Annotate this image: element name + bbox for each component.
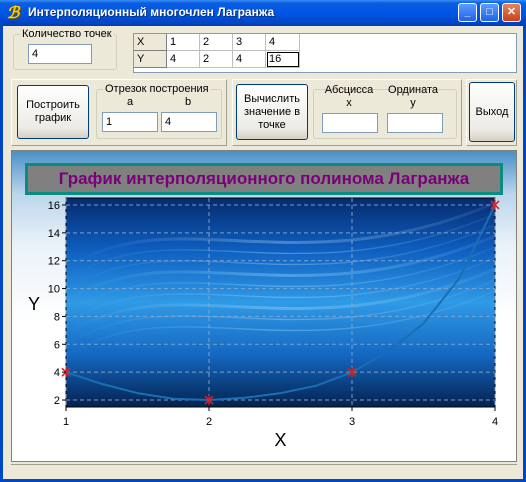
exit-button[interactable]: Выход xyxy=(469,82,515,142)
table-cell[interactable]: 3 xyxy=(233,34,266,51)
maximize-icon: □ xyxy=(486,6,493,18)
app-icon[interactable]: ℬ xyxy=(4,4,22,22)
table-cell[interactable]: 2 xyxy=(200,51,233,68)
segment-b-label: b xyxy=(184,96,192,108)
calculate-button[interactable]: Вычислить значение в точке xyxy=(236,84,308,140)
table-cell[interactable]: 1 xyxy=(167,34,200,51)
maximize-button[interactable]: □ xyxy=(480,3,499,22)
title-bar[interactable]: ℬ Интерполяционный многочлен Лагранжа _ … xyxy=(0,0,526,26)
segment-a-label: a xyxy=(126,96,134,108)
ordinate-label: Ордината xyxy=(388,84,438,96)
window-title: Интерполяционный многочлен Лагранжа xyxy=(28,5,275,19)
table-cell[interactable]: 4 xyxy=(167,51,200,68)
points-count-input[interactable]: 4 xyxy=(28,44,92,64)
window-frame-left xyxy=(0,26,3,482)
table-row-header-x: X xyxy=(134,34,167,51)
table-cell[interactable]: 2 xyxy=(200,34,233,51)
table-cell[interactable]: 4 xyxy=(233,51,266,68)
calculate-label-3: точке xyxy=(258,118,286,131)
exit-label: Выход xyxy=(475,105,509,118)
table-cell-active[interactable]: 16 xyxy=(266,51,300,68)
abscissa-sublabel: x xyxy=(346,97,352,109)
build-graph-label-1: Построить xyxy=(26,99,80,111)
ordinate-sublabel: y xyxy=(410,97,416,109)
chart-title: График интерполяционного полинома Лагран… xyxy=(25,163,503,195)
close-button[interactable]: ✕ xyxy=(502,3,521,22)
calculate-label-2: значение в xyxy=(243,105,301,118)
main-window: ℬ Интерполяционный многочлен Лагранжа _ … xyxy=(0,0,526,482)
table-cell[interactable]: 4 xyxy=(266,34,300,51)
segment-label: Отрезок построения xyxy=(103,83,211,95)
segment-a-input[interactable]: 1 xyxy=(102,112,158,132)
abscissa-label: Абсцисса xyxy=(324,84,374,96)
minimize-icon: _ xyxy=(464,6,471,18)
segment-b-input[interactable]: 4 xyxy=(161,112,217,132)
status-bar xyxy=(11,464,517,471)
minimize-button[interactable]: _ xyxy=(458,3,477,22)
ordinate-output[interactable] xyxy=(387,113,443,133)
points-table[interactable]: X 1 2 3 4 Y 4 2 4 16 xyxy=(133,33,517,73)
abscissa-input[interactable] xyxy=(322,113,378,133)
points-count-label: Количество точек xyxy=(20,28,114,40)
close-icon: ✕ xyxy=(506,6,517,18)
build-graph-label-2: график xyxy=(34,112,72,124)
chart-panel xyxy=(11,150,517,462)
build-graph-button[interactable]: Построить график xyxy=(17,85,89,139)
table-row-header-y: Y xyxy=(134,51,167,68)
calculate-label-1: Вычислить xyxy=(244,92,300,105)
